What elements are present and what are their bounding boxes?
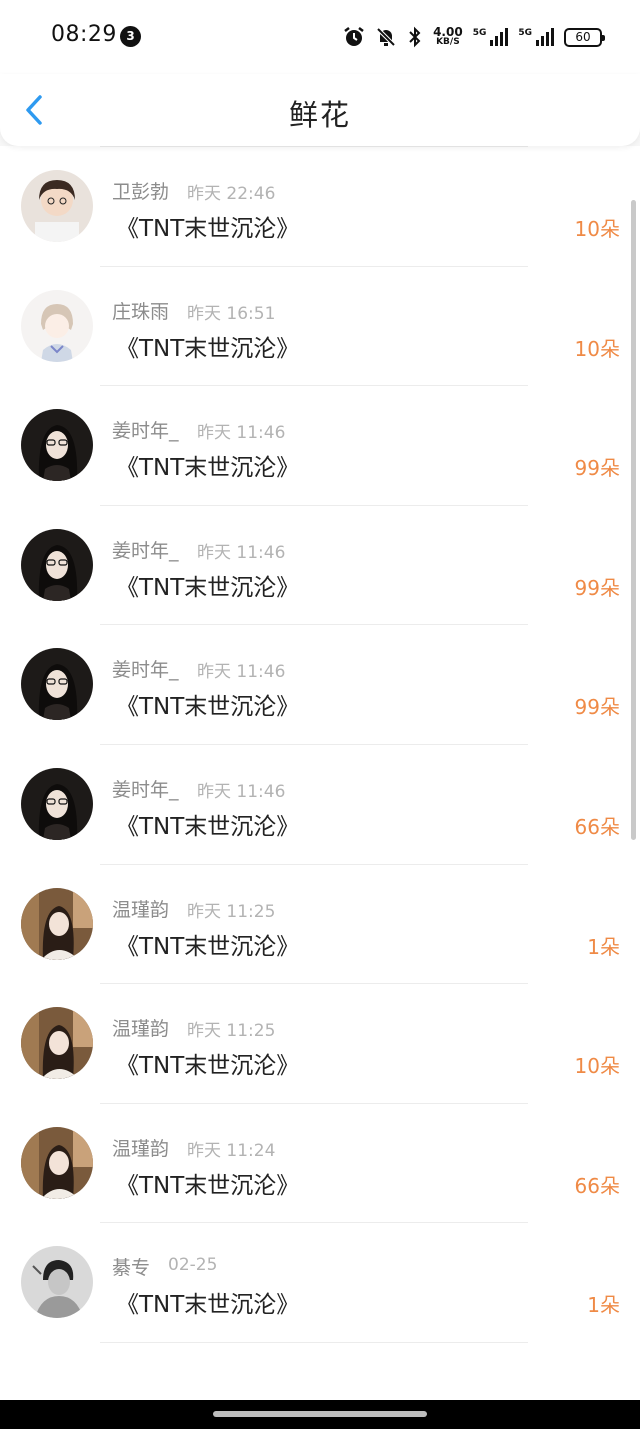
flower-count: 10朵 bbox=[574, 1054, 620, 1079]
username[interactable]: 温瑾韵 bbox=[112, 1014, 169, 1041]
book-title[interactable]: 《TNT末世沉沦》 bbox=[116, 1285, 299, 1319]
book-title[interactable]: 《TNT末世沉沦》 bbox=[116, 329, 299, 363]
battery-indicator: 60 bbox=[564, 27, 605, 47]
flower-list-items: 卫彭勃 昨天 22:46 《TNT末世沉沦》 10朵 庄珠雨 昨天 16:51 《TNT末世… bbox=[0, 146, 640, 1343]
title-bar: 鲜花 bbox=[0, 74, 640, 146]
book-title[interactable]: 《TNT末世沉沦》 bbox=[116, 209, 299, 243]
timestamp: 02-25 bbox=[168, 1255, 218, 1276]
flower-count: 1朵 bbox=[587, 1293, 620, 1318]
username[interactable]: 綦专 bbox=[112, 1253, 150, 1280]
flower-count: 99朵 bbox=[574, 695, 620, 720]
list-item[interactable]: 温瑾韵 昨天 11:25 《TNT末世沉沦》 10朵 bbox=[0, 984, 640, 1104]
timestamp: 昨天 11:46 bbox=[197, 662, 286, 683]
avatar[interactable] bbox=[21, 1126, 93, 1199]
home-indicator[interactable] bbox=[213, 1411, 427, 1417]
list-item[interactable]: 温瑾韵 昨天 11:24 《TNT末世沉沦》 66朵 bbox=[0, 1104, 640, 1224]
username[interactable]: 温瑾韵 bbox=[112, 895, 169, 922]
book-title[interactable]: 《TNT末世沉沦》 bbox=[116, 448, 299, 482]
scrollbar[interactable] bbox=[631, 200, 636, 840]
status-bar: 08:29 3 4.00 KB/S 5G 5G 60 bbox=[0, 0, 640, 74]
book-title[interactable]: 《TNT末世沉沦》 bbox=[116, 1166, 299, 1200]
timestamp: 昨天 11:46 bbox=[197, 542, 286, 563]
system-nav-bar bbox=[0, 1400, 640, 1429]
username[interactable]: 姜时年_ bbox=[112, 536, 179, 563]
timestamp: 昨天 11:25 bbox=[187, 1021, 276, 1042]
book-title[interactable]: 《TNT末世沉沦》 bbox=[116, 1046, 299, 1080]
network-speed: 4.00 KB/S bbox=[433, 25, 463, 47]
username[interactable]: 姜时年_ bbox=[112, 655, 179, 682]
alarm-icon bbox=[344, 27, 364, 46]
username[interactable]: 庄珠雨 bbox=[112, 297, 169, 324]
flower-count: 99朵 bbox=[574, 575, 620, 600]
username[interactable]: 温瑾韵 bbox=[112, 1134, 169, 1161]
avatar[interactable] bbox=[21, 1007, 93, 1080]
timestamp: 昨天 22:46 bbox=[187, 184, 276, 204]
timestamp: 昨天 11:46 bbox=[197, 423, 286, 444]
signal-2-icon: 5G bbox=[518, 28, 554, 46]
list-item[interactable]: 庄珠雨 昨天 16:51 《TNT末世沉沦》 10朵 bbox=[0, 267, 640, 387]
username[interactable]: 卫彭勃 bbox=[112, 177, 169, 204]
avatar[interactable] bbox=[21, 409, 93, 482]
list-item[interactable]: 温瑾韵 昨天 11:25 《TNT末世沉沦》 1朵 bbox=[0, 865, 640, 985]
status-time: 08:29 bbox=[51, 22, 117, 47]
flower-count: 66朵 bbox=[574, 814, 620, 839]
timestamp: 昨天 11:46 bbox=[197, 781, 286, 802]
avatar[interactable] bbox=[21, 170, 93, 242]
avatar[interactable] bbox=[21, 528, 93, 601]
list-item[interactable]: 姜时年_ 昨天 11:46 《TNT末世沉沦》 99朵 bbox=[0, 386, 640, 506]
mute-bell-icon bbox=[376, 27, 396, 47]
notification-badge: 3 bbox=[120, 26, 141, 47]
flower-count: 1朵 bbox=[587, 934, 620, 959]
bluetooth-icon bbox=[409, 26, 421, 48]
avatar[interactable] bbox=[21, 1246, 93, 1319]
timestamp: 昨天 11:24 bbox=[187, 1140, 276, 1161]
flower-count: 66朵 bbox=[574, 1173, 620, 1198]
page-title: 鲜花 bbox=[288, 98, 351, 132]
avatar[interactable] bbox=[21, 887, 93, 960]
avatar[interactable] bbox=[21, 289, 93, 362]
timestamp: 昨天 11:25 bbox=[187, 901, 276, 922]
flower-count: 99朵 bbox=[574, 456, 620, 481]
app-root: 08:29 3 4.00 KB/S 5G 5G 60 鲜花 卫彭勃 昨天 22:… bbox=[0, 0, 640, 1429]
flower-list[interactable]: 卫彭勃 昨天 22:46 《TNT末世沉沦》 10朵 庄珠雨 昨天 16:51 《TNT末世… bbox=[0, 146, 640, 1400]
username[interactable]: 姜时年_ bbox=[112, 416, 179, 443]
signal-1-icon: 5G bbox=[473, 28, 509, 46]
book-title[interactable]: 《TNT末世沉沦》 bbox=[116, 807, 299, 841]
book-title[interactable]: 《TNT末世沉沦》 bbox=[116, 687, 299, 721]
list-item[interactable]: 綦专 02-25 《TNT末世沉沦》 1朵 bbox=[0, 1223, 640, 1343]
list-item[interactable]: 姜时年_ 昨天 11:46 《TNT末世沉沦》 66朵 bbox=[0, 745, 640, 865]
list-item[interactable]: 卫彭勃 昨天 22:46 《TNT末世沉沦》 10朵 bbox=[0, 147, 640, 267]
avatar[interactable] bbox=[21, 648, 93, 721]
status-icons: 4.00 KB/S 5G 5G 60 bbox=[343, 24, 605, 50]
list-item[interactable]: 姜时年_ 昨天 11:46 《TNT末世沉沦》 99朵 bbox=[0, 506, 640, 626]
username[interactable]: 姜时年_ bbox=[112, 775, 179, 802]
book-title[interactable]: 《TNT末世沉沦》 bbox=[116, 568, 299, 602]
timestamp: 昨天 16:51 bbox=[187, 303, 276, 324]
flower-count: 10朵 bbox=[574, 217, 620, 241]
book-title[interactable]: 《TNT末世沉沦》 bbox=[116, 927, 299, 961]
list-item[interactable]: 姜时年_ 昨天 11:46 《TNT末世沉沦》 99朵 bbox=[0, 625, 640, 745]
flower-count: 10朵 bbox=[574, 336, 620, 361]
avatar[interactable] bbox=[21, 767, 93, 840]
divider bbox=[100, 1341, 528, 1343]
